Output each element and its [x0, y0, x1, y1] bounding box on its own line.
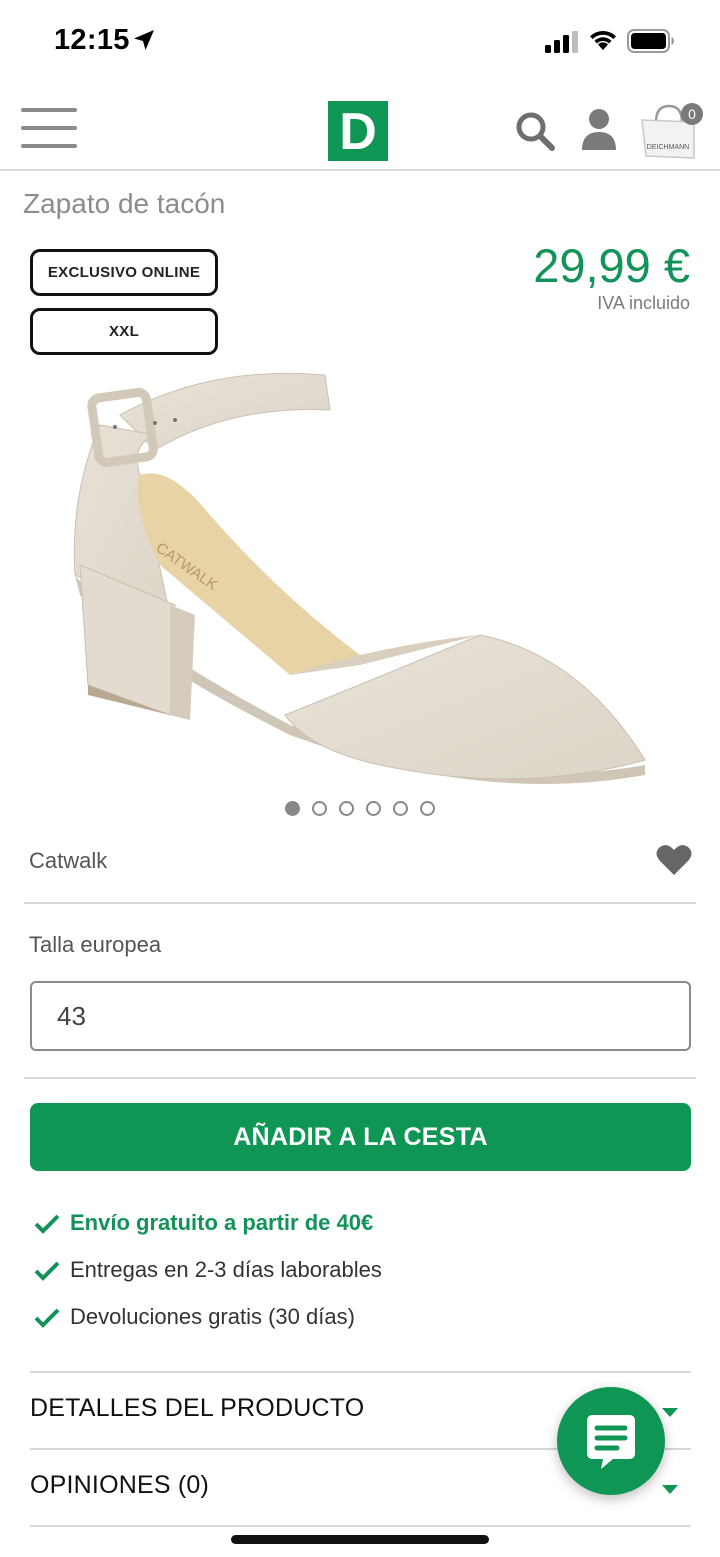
image-carousel-dots[interactable]	[285, 801, 447, 817]
chat-button[interactable]	[557, 1387, 665, 1495]
chat-icon	[587, 1415, 635, 1469]
divider	[24, 902, 696, 904]
carousel-dot[interactable]	[339, 801, 354, 816]
badge-xxl: XXL	[30, 308, 218, 355]
carousel-dot[interactable]	[420, 801, 435, 816]
cellular-signal-icon	[545, 31, 578, 53]
benefit-delivery-time: Entregas en 2-3 días laborables	[34, 1257, 382, 1283]
benefit-text: Envío gratuito a partir de 40€	[70, 1210, 374, 1235]
check-icon	[34, 1261, 60, 1282]
check-icon	[34, 1308, 60, 1329]
site-header: D DEICHMANN	[0, 82, 720, 171]
vat-note: IVA incluido	[597, 293, 690, 313]
size-label: Talla europea	[29, 932, 162, 957]
wifi-icon	[590, 30, 616, 50]
divider	[24, 1077, 696, 1079]
product-image[interactable]: CATWALK	[60, 355, 660, 795]
cart-count-badge: 0	[681, 103, 703, 125]
accordion-reviews[interactable]: OPINIONES (0)	[30, 1471, 209, 1500]
benefit-text: Devoluciones gratis (30 días)	[70, 1304, 355, 1329]
check-icon	[34, 1214, 60, 1235]
location-arrow-icon	[134, 30, 154, 50]
carousel-dot[interactable]	[312, 801, 327, 816]
status-bar: 12:15	[0, 0, 720, 82]
add-to-cart-button[interactable]: AÑADIR A LA CESTA	[30, 1103, 691, 1171]
heart-icon[interactable]	[656, 844, 692, 876]
cart-bag-brand: DEICHMANN	[647, 144, 689, 151]
carousel-dot[interactable]	[285, 801, 300, 816]
status-time: 12:15	[54, 24, 130, 56]
size-select[interactable]: 43	[30, 981, 691, 1051]
product-title: Zapato de tacón	[23, 188, 226, 219]
benefit-free-shipping: Envío gratuito a partir de 40€	[34, 1210, 373, 1236]
search-icon[interactable]	[514, 110, 556, 152]
carousel-dot[interactable]	[366, 801, 381, 816]
deichmann-logo[interactable]: D	[328, 101, 388, 161]
product-price: 29,99 €	[533, 239, 690, 292]
product-brand[interactable]: Catwalk	[29, 848, 107, 874]
badge-exclusive-online: EXCLUSIVO ONLINE	[30, 249, 218, 296]
benefit-free-returns: Devoluciones gratis (30 días)	[34, 1304, 355, 1330]
divider	[30, 1371, 691, 1373]
home-indicator	[231, 1535, 489, 1544]
battery-icon	[627, 29, 674, 53]
user-account-icon[interactable]	[580, 108, 618, 152]
carousel-dot[interactable]	[393, 801, 408, 816]
accordion-product-details[interactable]: DETALLES DEL PRODUCTO	[30, 1394, 364, 1423]
divider	[30, 1525, 691, 1527]
hamburger-menu-icon[interactable]	[21, 108, 77, 148]
benefit-text: Entregas en 2-3 días laborables	[70, 1257, 382, 1282]
